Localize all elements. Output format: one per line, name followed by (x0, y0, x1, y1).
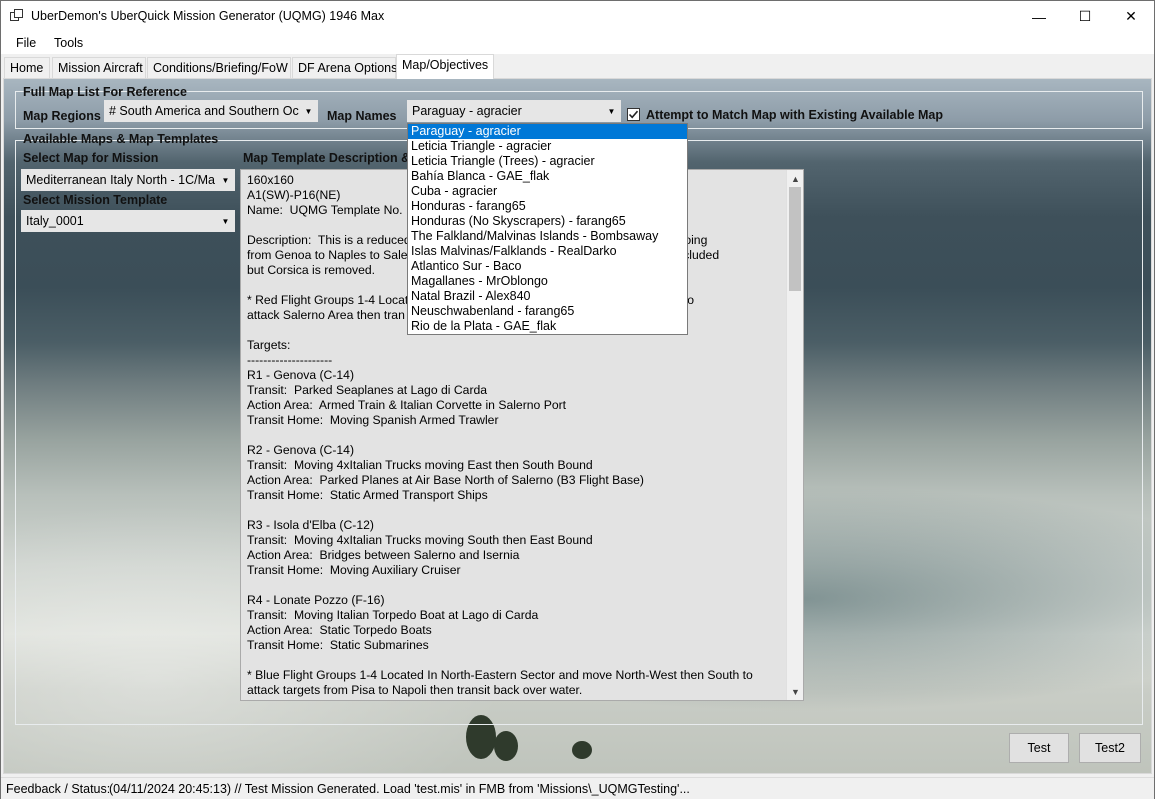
checkmark-icon (628, 110, 639, 119)
dropdown-option[interactable]: Cuba - agracier (408, 184, 687, 199)
map-regions-select[interactable]: # South America and Southern Oc ▼ (104, 100, 318, 122)
menu-bar: File Tools (1, 32, 1154, 54)
tab-conditions-briefing-fow[interactable]: Conditions/Briefing/FoW (147, 57, 291, 78)
maximize-button[interactable]: ☐ (1062, 1, 1108, 32)
dropdown-option[interactable]: Islas Malvinas/Falklands - RealDarko (408, 244, 687, 259)
dropdown-option[interactable]: Magallanes - MrOblongo (408, 274, 687, 289)
description-line: Targets: (247, 338, 291, 352)
background-tree (572, 741, 592, 759)
scroll-down-icon[interactable]: ▼ (787, 683, 803, 700)
dropdown-option[interactable]: The Falkland/Malvinas Islands - Bombsawa… (408, 229, 687, 244)
tab-map-objectives[interactable]: Map/Objectives (396, 54, 494, 79)
match-map-label: Attempt to Match Map with Existing Avail… (646, 108, 944, 122)
select-map-value: Mediterranean Italy North - 1C/Ma (26, 173, 215, 187)
description-line: R2 - Genova (C-14) (247, 443, 355, 457)
match-map-checkbox[interactable] (627, 108, 640, 121)
tab-df-arena-options[interactable]: DF Arena Options (292, 57, 397, 78)
status-text: (04/11/2024 20:45:13) // Test Mission Ge… (109, 782, 690, 796)
background-tree (494, 731, 518, 761)
test-button[interactable]: Test (1009, 733, 1069, 763)
dropdown-option[interactable]: Honduras - farang65 (408, 199, 687, 214)
menu-file[interactable]: File (16, 36, 36, 50)
description-line: Action Area: Parked Planes at Air Base N… (247, 473, 644, 487)
chevron-down-icon: ▼ (603, 101, 620, 121)
minimize-button[interactable]: — (1016, 1, 1062, 32)
select-template-value: Italy_0001 (26, 214, 84, 228)
select-template-label: Select Mission Template (23, 193, 168, 207)
description-line: R3 - Isola d'Elba (C-12) (247, 518, 374, 532)
close-button[interactable]: ✕ (1108, 1, 1154, 32)
chevron-down-icon: ▼ (300, 101, 317, 121)
test2-button[interactable]: Test2 (1079, 733, 1141, 763)
dropdown-option[interactable]: Atlantico Sur - Baco (408, 259, 687, 274)
map-regions-label: Map Regions (23, 109, 101, 123)
chevron-down-icon: ▼ (217, 211, 234, 231)
available-maps-title: Available Maps & Map Templates (23, 132, 219, 146)
description-line: R1 - Genova (C-14) (247, 368, 355, 382)
description-line: Transit: Moving Italian Torpedo Boat at … (247, 608, 539, 622)
description-line (247, 578, 785, 593)
status-label: Feedback / Status: (6, 782, 111, 796)
description-line (247, 428, 785, 443)
close-icon: ✕ (1125, 8, 1137, 24)
map-names-label: Map Names (327, 109, 397, 123)
description-line: Transit: Parked Seaplanes at Lago di Car… (247, 383, 488, 397)
menu-tools[interactable]: Tools (54, 36, 83, 50)
full-map-list-title: Full Map List For Reference (23, 85, 187, 99)
description-line: * Blue Flight Groups 1-4 Located In Nort… (247, 668, 753, 682)
tab-home[interactable]: Home (4, 57, 50, 78)
chevron-down-icon: ▼ (217, 170, 234, 190)
scroll-thumb[interactable] (789, 187, 801, 291)
window-title: UberDemon's UberQuick Mission Generator … (31, 9, 385, 23)
description-line: Transit Home: Moving Spanish Armed Trawl… (247, 413, 499, 427)
dropdown-option[interactable]: Neuschwabenland - farang65 (408, 304, 687, 319)
scroll-up-icon[interactable]: ▲ (787, 170, 803, 187)
maximize-icon: ☐ (1078, 8, 1092, 24)
app-icon (10, 9, 23, 21)
tab-strip: Home Mission Aircraft Conditions/Briefin… (1, 54, 1154, 79)
map-names-dropdown-list[interactable]: Paraguay - agracier Leticia Triangle - ag… (407, 123, 688, 335)
description-line: Transit: Moving 4xItalian Trucks moving … (247, 458, 593, 472)
description-line: attack targets from Pisa to Napoli then … (247, 683, 583, 697)
description-line: Transit: Moving 4xItalian Trucks moving … (247, 533, 593, 547)
map-names-select[interactable]: Paraguay - agracier ▼ (407, 100, 621, 122)
description-line (247, 503, 785, 518)
dropdown-option[interactable]: Rio de la Plata - GAE_flak (408, 319, 687, 334)
tab-mission-aircraft[interactable]: Mission Aircraft (52, 57, 146, 78)
description-line: Action Area: Armed Train & Italian Corve… (247, 398, 567, 412)
dropdown-option[interactable]: Leticia Triangle (Trees) - agracier (408, 154, 687, 169)
map-regions-value: # South America and Southern Oc (109, 104, 299, 118)
description-line: Transit Home: Static Submarines (247, 638, 429, 652)
dropdown-option[interactable]: Leticia Triangle - agracier (408, 139, 687, 154)
dropdown-option[interactable]: Natal Brazil - Alex840 (408, 289, 687, 304)
select-map-label: Select Map for Mission (23, 151, 159, 165)
status-bar: Feedback / Status: (04/11/2024 20:45:13)… (1, 777, 1154, 799)
description-line (247, 653, 785, 668)
description-scrollbar[interactable]: ▲ ▼ (786, 170, 803, 700)
description-line: Action Area: Static Torpedo Boats (247, 623, 432, 637)
description-line: Transit Home: Static Armed Transport Shi… (247, 488, 488, 502)
app-window: UberDemon's UberQuick Mission Generator … (0, 0, 1155, 799)
minimize-icon: — (1032, 8, 1046, 25)
dropdown-option[interactable]: Paraguay - agracier (408, 124, 687, 139)
select-map-combo[interactable]: Mediterranean Italy North - 1C/Ma ▼ (21, 169, 235, 191)
dropdown-option[interactable]: Bahía Blanca - GAE_flak (408, 169, 687, 184)
description-line: --------------------- (247, 353, 333, 367)
description-line: Action Area: Bridges between Salerno and… (247, 548, 520, 562)
title-bar[interactable]: UberDemon's UberQuick Mission Generator … (1, 1, 1154, 32)
description-line: Transit Home: Moving Auxiliary Cruiser (247, 563, 461, 577)
description-line: R4 - Lonate Pozzo (F-16) (247, 593, 385, 607)
description-label: Map Template Description & I (243, 151, 418, 165)
select-template-combo[interactable]: Italy_0001 ▼ (21, 210, 235, 232)
map-names-value: Paraguay - agracier (412, 104, 522, 118)
dropdown-option[interactable]: Honduras (No Skyscrapers) - farang65 (408, 214, 687, 229)
